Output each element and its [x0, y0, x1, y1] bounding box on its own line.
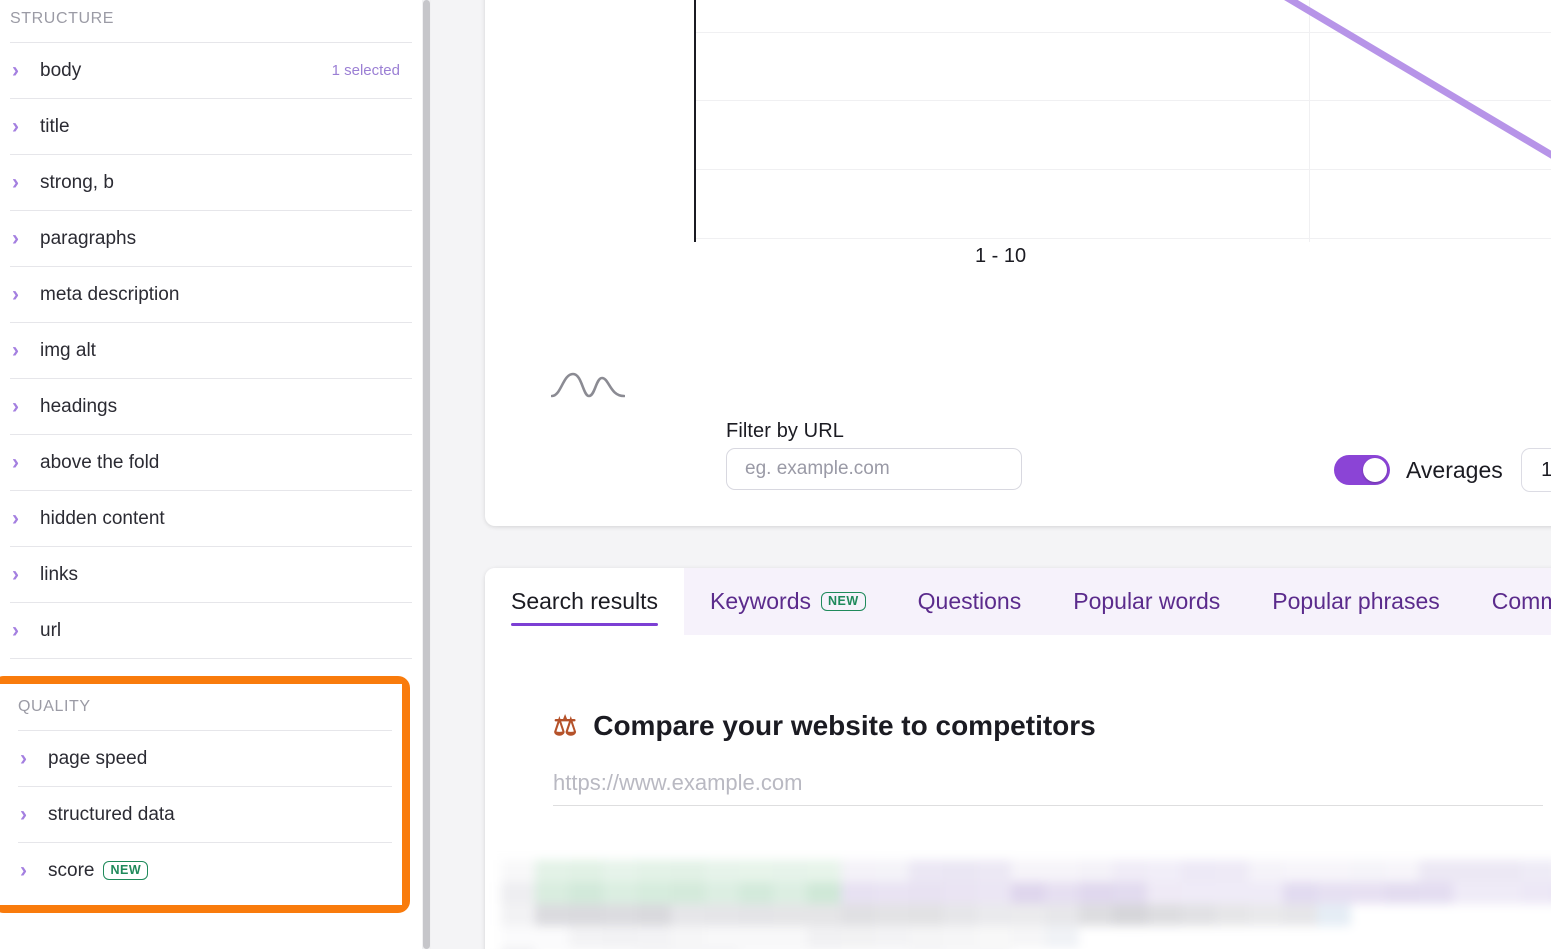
- sidebar-item-label: hidden content: [40, 508, 165, 530]
- averages-control-group: Averages: [1334, 448, 1551, 492]
- sidebar-item-label: links: [40, 564, 78, 586]
- sidebar-item-label: structured data: [48, 804, 175, 826]
- chevron-right-icon: ›: [12, 284, 32, 305]
- chart-card: body - word count 3,200 3,000 2,800 2,60…: [485, 0, 1551, 526]
- averages-toggle[interactable]: [1334, 455, 1390, 485]
- divider: [10, 658, 412, 659]
- tab-common-words[interactable]: Common w: [1466, 568, 1551, 635]
- averages-label: Averages: [1406, 457, 1503, 484]
- chart-y-axis-line: [694, 0, 696, 242]
- chart-gridline: [696, 169, 1551, 170]
- word-count-chart: body - word count 3,200 3,000 2,800 2,60…: [485, 0, 1551, 340]
- section-title-quality: QUALITY: [0, 684, 402, 730]
- sidebar-item-label: page speed: [48, 748, 147, 770]
- new-badge: NEW: [821, 592, 866, 611]
- sidebar-item-structured-data[interactable]: › structured data: [0, 787, 402, 842]
- app-root: STRUCTURE › body 1 selected › title › st…: [0, 0, 1551, 949]
- sidebar-item-page-speed[interactable]: › page speed: [0, 731, 402, 786]
- chart-gridline: [1309, 0, 1310, 242]
- field-underline: [553, 805, 1543, 806]
- chevron-right-icon: ›: [12, 452, 32, 473]
- tab-label: Popular phrases: [1272, 588, 1440, 615]
- chevron-right-icon: ›: [12, 396, 32, 417]
- sidebar: STRUCTURE › body 1 selected › title › st…: [0, 0, 422, 949]
- sidebar-item-label: strong, b: [40, 172, 114, 194]
- sidebar-item-label: meta description: [40, 284, 179, 306]
- tab-label: Search results: [511, 588, 658, 615]
- section-title-structure: STRUCTURE: [0, 0, 422, 42]
- sidebar-section-structure: STRUCTURE › body 1 selected › title › st…: [0, 0, 422, 659]
- chevron-right-icon: ›: [12, 508, 32, 529]
- selection-count: 1 selected: [332, 62, 400, 79]
- tab-popular-words[interactable]: Popular words: [1047, 568, 1246, 635]
- sidebar-scrollbar-thumb[interactable]: [423, 0, 430, 949]
- chevron-right-icon: ›: [12, 172, 32, 193]
- quality-section-highlight: QUALITY › page speed › structured data ›…: [0, 676, 410, 913]
- chevron-right-icon: ›: [20, 748, 40, 769]
- sidebar-item-meta-description[interactable]: › meta description: [0, 267, 422, 322]
- sidebar-item-label: body: [40, 60, 81, 82]
- tab-label: Popular words: [1073, 588, 1220, 615]
- sidebar-item-label: above the fold: [40, 452, 159, 474]
- chart-gridline: [696, 100, 1551, 101]
- redacted-results-table: [485, 842, 1551, 949]
- competitor-url-field[interactable]: https://www.example.com: [553, 770, 1543, 806]
- sidebar-item-title[interactable]: › title: [0, 99, 422, 154]
- chart-x-tick: 1 - 10: [975, 245, 1026, 268]
- tab-label: Questions: [918, 588, 1022, 615]
- chevron-right-icon: ›: [12, 620, 32, 641]
- sidebar-item-label: img alt: [40, 340, 96, 362]
- sidebar-item-headings[interactable]: › headings: [0, 379, 422, 434]
- chevron-right-icon: ›: [20, 860, 40, 881]
- panel-title: ⚖ Compare your website to competitors: [553, 710, 1096, 742]
- tab-keywords[interactable]: Keywords NEW: [684, 568, 892, 635]
- sidebar-item-url[interactable]: › url: [0, 603, 422, 658]
- results-card: Search results Keywords NEW Questions Po…: [485, 568, 1551, 949]
- sidebar-item-label: score: [48, 860, 94, 882]
- sidebar-item-above-the-fold[interactable]: › above the fold: [0, 435, 422, 490]
- sidebar-item-strong-b[interactable]: › strong, b: [0, 155, 422, 210]
- chevron-right-icon: ›: [20, 804, 40, 825]
- sidebar-item-label: title: [40, 116, 70, 138]
- tab-label: Common w: [1492, 588, 1551, 615]
- new-badge: NEW: [103, 861, 148, 880]
- chevron-right-icon: ›: [12, 564, 32, 585]
- sidebar-item-score[interactable]: › score NEW: [0, 843, 402, 898]
- sidebar-item-label: headings: [40, 396, 117, 418]
- main-content: body - word count 3,200 3,000 2,800 2,60…: [431, 0, 1551, 949]
- tab-search-results[interactable]: Search results: [485, 568, 684, 635]
- filter-by-url-label: Filter by URL: [726, 420, 844, 443]
- sidebar-item-links[interactable]: › links: [0, 547, 422, 602]
- tab-label: Keywords: [710, 588, 811, 615]
- tab-popular-phrases[interactable]: Popular phrases: [1246, 568, 1466, 635]
- filter-by-url-input[interactable]: [726, 448, 1022, 490]
- sidebar-item-paragraphs[interactable]: › paragraphs: [0, 211, 422, 266]
- sidebar-item-img-alt[interactable]: › img alt: [0, 323, 422, 378]
- chevron-right-icon: ›: [12, 60, 32, 81]
- sidebar-item-label: url: [40, 620, 61, 642]
- chevron-right-icon: ›: [12, 340, 32, 361]
- chart-gridline: [696, 32, 1551, 33]
- sidebar-section-quality: QUALITY › page speed › structured data ›…: [0, 684, 402, 905]
- competitor-url-placeholder: https://www.example.com: [553, 770, 1543, 805]
- averages-count-input[interactable]: [1521, 448, 1551, 492]
- balance-scale-icon: ⚖: [553, 711, 577, 742]
- distribution-curve-icon[interactable]: [551, 368, 625, 400]
- toggle-knob: [1363, 458, 1387, 482]
- sidebar-item-hidden-content[interactable]: › hidden content: [0, 491, 422, 546]
- tab-questions[interactable]: Questions: [892, 568, 1048, 635]
- chevron-right-icon: ›: [12, 228, 32, 249]
- results-tabbar: Search results Keywords NEW Questions Po…: [485, 568, 1551, 635]
- sidebar-item-label: paragraphs: [40, 228, 136, 250]
- chart-line-series: [485, 0, 1551, 340]
- sidebar-item-body[interactable]: › body 1 selected: [0, 43, 422, 98]
- chevron-right-icon: ›: [12, 116, 32, 137]
- panel-title-text: Compare your website to competitors: [593, 710, 1096, 742]
- chart-gridline: [696, 238, 1551, 239]
